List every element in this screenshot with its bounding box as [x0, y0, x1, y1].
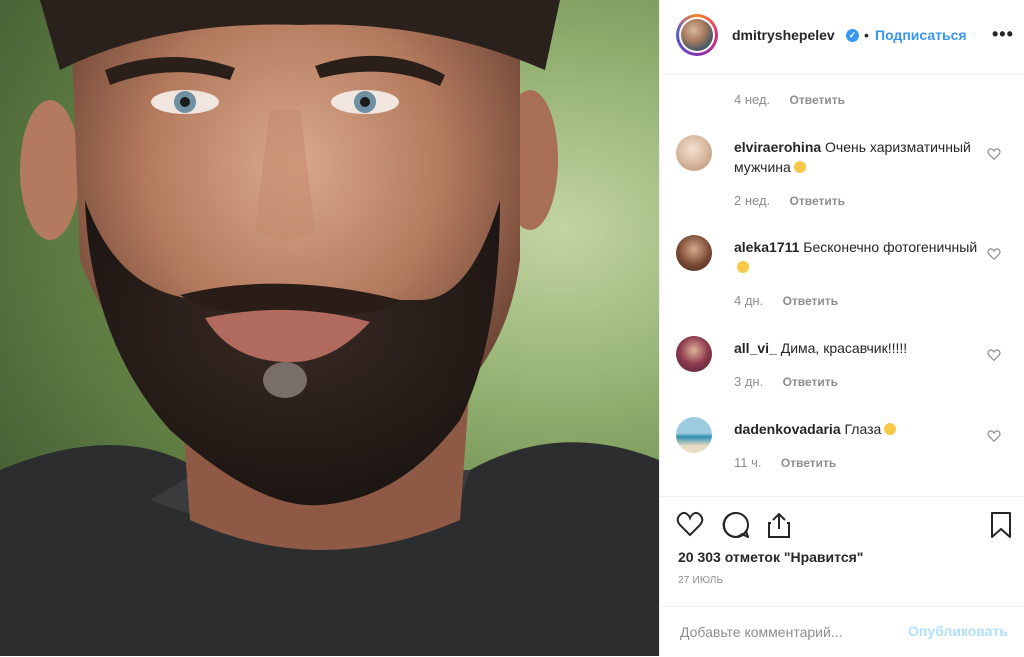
publish-button[interactable]: Опубликовать: [908, 623, 1008, 639]
post-photo[interactable]: [0, 0, 659, 656]
comment-body: aleka1711 Бесконечно фотогеничный: [734, 237, 984, 277]
comment-meta: 2 нед. Ответить: [734, 193, 845, 208]
avatar[interactable]: [676, 135, 712, 171]
list-item: elviraerohina Очень харизматичный мужчин…: [676, 135, 1016, 215]
avatar[interactable]: [676, 417, 712, 453]
avatar[interactable]: [676, 336, 712, 372]
reply-button[interactable]: Ответить: [781, 456, 836, 470]
comment-text: Дима, красавчик!!!!!: [780, 340, 908, 356]
heart-eyes-emoji-icon: [737, 261, 749, 273]
comment-username[interactable]: aleka1711: [734, 239, 799, 255]
author-username[interactable]: dmitryshepelev: [732, 27, 835, 43]
comments-list[interactable]: 4 нед. Ответить elviraerohina Очень хари…: [660, 75, 1024, 495]
comment-body: elviraerohina Очень харизматичный мужчин…: [734, 137, 984, 177]
heart-icon[interactable]: [676, 511, 704, 537]
reply-button[interactable]: Ответить: [783, 375, 838, 389]
comment-time: 4 дн.: [734, 293, 764, 308]
comment-time: 4 нед.: [734, 92, 771, 107]
reply-button[interactable]: Ответить: [790, 194, 845, 208]
comment-time: 2 нед.: [734, 193, 771, 208]
portrait-image: [0, 0, 659, 656]
comment-meta: 11 ч. Ответить: [734, 455, 836, 470]
like-comment-heart-icon[interactable]: [987, 247, 1001, 261]
like-comment-heart-icon[interactable]: [987, 429, 1001, 443]
comment-meta: 4 нед. Ответить: [734, 92, 845, 107]
likes-count[interactable]: 20 303 отметок "Нравится": [678, 549, 863, 565]
comment-input[interactable]: [678, 621, 902, 643]
post-date: 27 ИЮЛЬ: [678, 575, 724, 586]
add-comment-bar: Опубликовать: [660, 606, 1024, 657]
avatar[interactable]: [676, 235, 712, 271]
reply-button[interactable]: Ответить: [783, 294, 838, 308]
comment-body: all_vi_ Дима, красавчик!!!!!: [734, 338, 984, 358]
list-item: dadenkovadaria Глаза 11 ч. Ответить: [676, 417, 1016, 477]
post-actions: 20 303 отметок "Нравится" 27 ИЮЛЬ: [660, 496, 1024, 607]
comment-username[interactable]: all_vi_: [734, 340, 777, 356]
comment-username[interactable]: elviraerohina: [734, 139, 821, 155]
comment-body: dadenkovadaria Глаза: [734, 419, 984, 439]
comment-meta: 4 дн. Ответить: [734, 293, 838, 308]
like-comment-heart-icon[interactable]: [987, 147, 1001, 161]
post-header: dmitryshepelev ✓ • Подписаться •••: [660, 0, 1024, 75]
follow-button[interactable]: Подписаться: [875, 27, 967, 43]
heart-eyes-emoji-icon: [884, 423, 897, 435]
comment-text: Глаза: [844, 421, 882, 437]
verified-badge-icon: ✓: [846, 29, 859, 42]
bookmark-icon[interactable]: [990, 511, 1012, 539]
comment-username[interactable]: dadenkovadaria: [734, 421, 841, 437]
instagram-post-modal: dmitryshepelev ✓ • Подписаться ••• 4 нед…: [0, 0, 1024, 656]
comment-time: 11 ч.: [734, 455, 762, 470]
author-avatar[interactable]: [676, 14, 718, 56]
more-options-icon[interactable]: •••: [992, 24, 1014, 45]
reply-button[interactable]: Ответить: [790, 93, 845, 107]
header-separator: •: [864, 27, 869, 43]
comment-text: Бесконечно фотогеничный: [803, 239, 978, 255]
smile-emoji-icon: [793, 161, 806, 173]
share-icon[interactable]: [766, 511, 792, 539]
comment-time: 3 дн.: [734, 374, 764, 389]
list-item: aleka1711 Бесконечно фотогеничный 4 дн. …: [676, 235, 1016, 315]
comment-meta: 3 дн. Ответить: [734, 374, 838, 389]
list-item: all_vi_ Дима, красавчик!!!!! 3 дн. Ответ…: [676, 336, 1016, 396]
comment-icon[interactable]: [722, 511, 750, 539]
like-comment-heart-icon[interactable]: [987, 348, 1001, 362]
post-side-panel: dmitryshepelev ✓ • Подписаться ••• 4 нед…: [659, 0, 1024, 656]
